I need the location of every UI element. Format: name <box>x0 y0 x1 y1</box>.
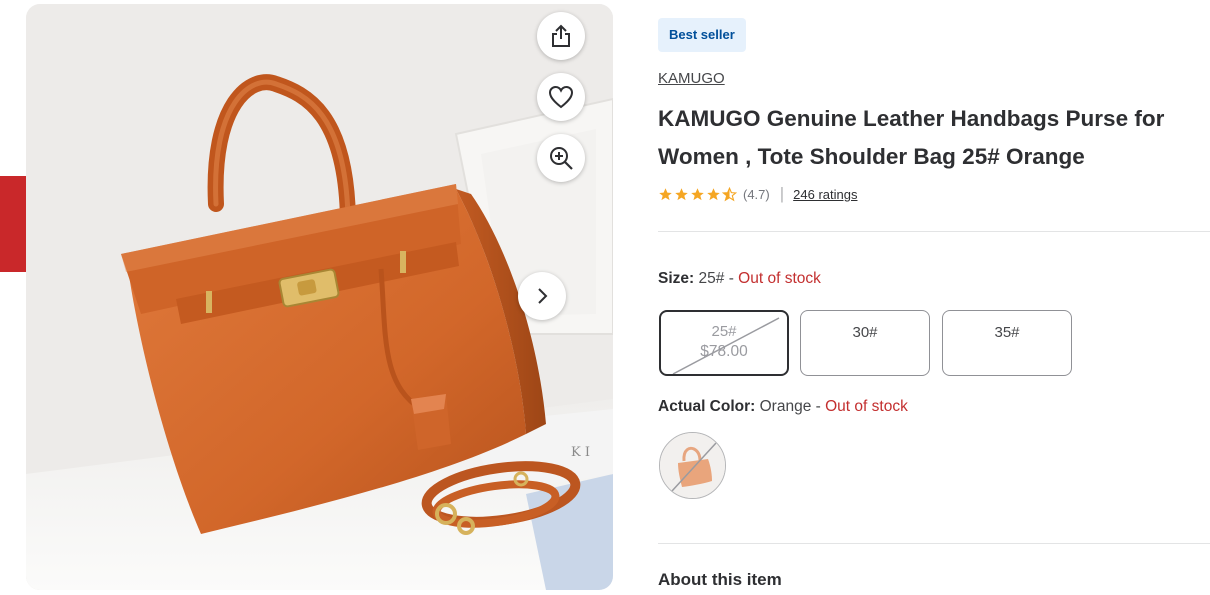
star-icon <box>707 187 720 200</box>
ratings-count-link[interactable]: 246 ratings <box>793 187 857 202</box>
color-swatch-orange[interactable] <box>659 432 726 499</box>
product-info: Best seller KAMUGO KAMUGO Genuine Leathe… <box>658 18 1210 203</box>
zoom-in-icon <box>550 147 573 170</box>
about-this-item-heading: About this item <box>658 570 782 589</box>
rating-separator: | <box>779 184 785 203</box>
svg-text:K I: K I <box>571 445 590 460</box>
star-icon <box>691 187 704 200</box>
unavailable-strike <box>672 317 780 374</box>
heart-icon <box>548 85 574 109</box>
brand-link[interactable]: KAMUGO <box>658 70 725 87</box>
color-label: Actual Color: Orange - Out of stock <box>658 398 908 415</box>
chevron-right-icon <box>538 288 548 304</box>
divider <box>658 231 1210 232</box>
rating-summary[interactable]: (4.7) | 246 ratings <box>658 184 857 204</box>
star-half-icon <box>722 186 737 201</box>
next-image-button[interactable] <box>518 272 566 320</box>
size-option-25[interactable]: 25# $78.00 <box>659 310 789 376</box>
swatch-thumbnail <box>660 433 725 498</box>
favorite-button[interactable] <box>537 73 585 121</box>
best-seller-badge: Best seller <box>658 18 746 52</box>
share-button[interactable] <box>537 12 585 60</box>
color-selected: Orange <box>759 398 812 415</box>
star-icon <box>675 187 688 200</box>
product-image-gallery[interactable]: K I <box>26 4 613 590</box>
size-option-35[interactable]: 35# <box>942 310 1072 376</box>
divider <box>658 543 1210 544</box>
size-stock-status: Out of stock <box>738 270 821 287</box>
star-icon <box>659 187 672 200</box>
zoom-button[interactable] <box>537 134 585 182</box>
size-label: Size: 25# - Out of stock <box>658 270 821 287</box>
product-title: KAMUGO Genuine Leather Handbags Purse fo… <box>658 106 1165 169</box>
star-rating <box>658 186 737 202</box>
color-stock-status: Out of stock <box>825 398 908 415</box>
size-selected: 25# <box>698 270 725 287</box>
size-option-30[interactable]: 30# <box>800 310 930 376</box>
share-upload-icon <box>552 24 570 47</box>
size-option-label: 30# <box>852 324 878 341</box>
rating-value: (4.7) <box>743 186 770 202</box>
size-option-label: 35# <box>994 324 1020 341</box>
